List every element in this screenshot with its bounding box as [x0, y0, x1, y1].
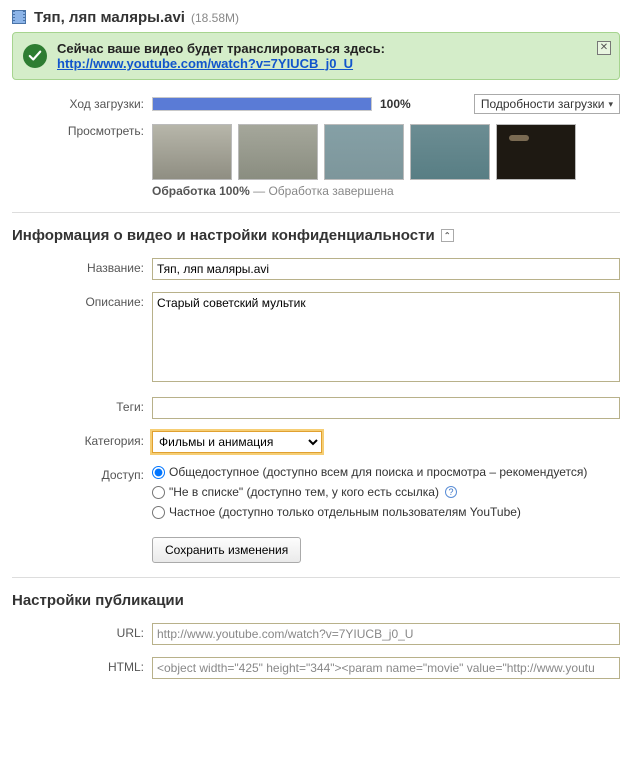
tags-label: Теги: — [12, 397, 152, 414]
page-header: Тяп, ляп маляры.avi (18.58M) — [12, 8, 620, 26]
section-info-title-text: Информация о видео и настройки конфиденц… — [12, 227, 435, 244]
thumbnail-2[interactable] — [238, 124, 318, 180]
html-label: HTML: — [12, 657, 152, 674]
access-private-radio[interactable] — [152, 506, 165, 519]
category-select[interactable]: Фильмы и анимация — [152, 431, 322, 453]
access-unlisted[interactable]: "Не в списке" (доступно тем, у кого есть… — [152, 485, 620, 499]
film-icon — [12, 10, 26, 24]
upload-details-toggle[interactable]: Подробности загрузки ▾ — [474, 94, 620, 114]
access-label: Доступ: — [12, 465, 152, 482]
progress-bar — [152, 97, 372, 111]
url-label: URL: — [12, 623, 152, 640]
section-publish-title-text: Настройки публикации — [12, 592, 184, 609]
access-public-radio[interactable] — [152, 466, 165, 479]
tags-input[interactable] — [152, 397, 620, 419]
html-output[interactable] — [152, 657, 620, 679]
success-banner: Сейчас ваше видео будет транслироваться … — [12, 32, 620, 80]
thumbnail-3[interactable] — [324, 124, 404, 180]
section-info-title: Информация о видео и настройки конфиденц… — [12, 227, 620, 244]
check-icon — [23, 44, 47, 68]
access-public[interactable]: Общедоступное (доступно всем для поиска … — [152, 465, 620, 479]
preview-row: Просмотреть: Обработка 100% — Обработка … — [12, 124, 620, 198]
success-text: Сейчас ваше видео будет транслироваться … — [57, 41, 385, 56]
collapse-icon[interactable]: ⌃ — [441, 229, 454, 242]
progress-label: Ход загрузки: — [12, 97, 152, 111]
thumbnail-1[interactable] — [152, 124, 232, 180]
save-button[interactable]: Сохранить изменения — [152, 537, 301, 563]
upload-progress-row: Ход загрузки: 100% Подробности загрузки … — [12, 94, 620, 114]
help-icon[interactable]: ? — [445, 486, 457, 498]
name-label: Название: — [12, 258, 152, 275]
desc-label: Описание: — [12, 292, 152, 309]
access-private-text: Частное (доступно только отдельным польз… — [169, 505, 521, 519]
progress-percent: 100% — [380, 97, 411, 111]
separator — [12, 212, 620, 213]
preview-label: Просмотреть: — [12, 124, 152, 138]
file-size: (18.58M) — [191, 11, 239, 25]
category-label: Категория: — [12, 431, 152, 448]
separator-2 — [12, 577, 620, 578]
thumbnail-5[interactable] — [496, 124, 576, 180]
processing-status: Обработка 100% — Обработка завершена — [152, 184, 620, 198]
access-unlisted-text: "Не в списке" (доступно тем, у кого есть… — [169, 485, 439, 499]
access-public-text: Общедоступное (доступно всем для поиска … — [169, 465, 587, 479]
desc-textarea[interactable]: Старый советский мультик — [152, 292, 620, 382]
name-input[interactable] — [152, 258, 620, 280]
chevron-down-icon: ▾ — [608, 99, 613, 110]
access-unlisted-radio[interactable] — [152, 486, 165, 499]
success-link[interactable]: http://www.youtube.com/watch?v=7YIUCB_j0… — [57, 56, 385, 71]
file-title: Тяп, ляп маляры.avi — [34, 9, 185, 26]
processing-rest: — Обработка завершена — [250, 184, 394, 198]
url-output[interactable] — [152, 623, 620, 645]
processing-bold: Обработка 100% — [152, 184, 250, 198]
thumbnail-4[interactable] — [410, 124, 490, 180]
section-publish-title: Настройки публикации — [12, 592, 620, 609]
access-private[interactable]: Частное (доступно только отдельным польз… — [152, 505, 620, 519]
upload-details-label: Подробности загрузки — [481, 97, 605, 111]
close-icon[interactable]: ✕ — [597, 41, 611, 55]
